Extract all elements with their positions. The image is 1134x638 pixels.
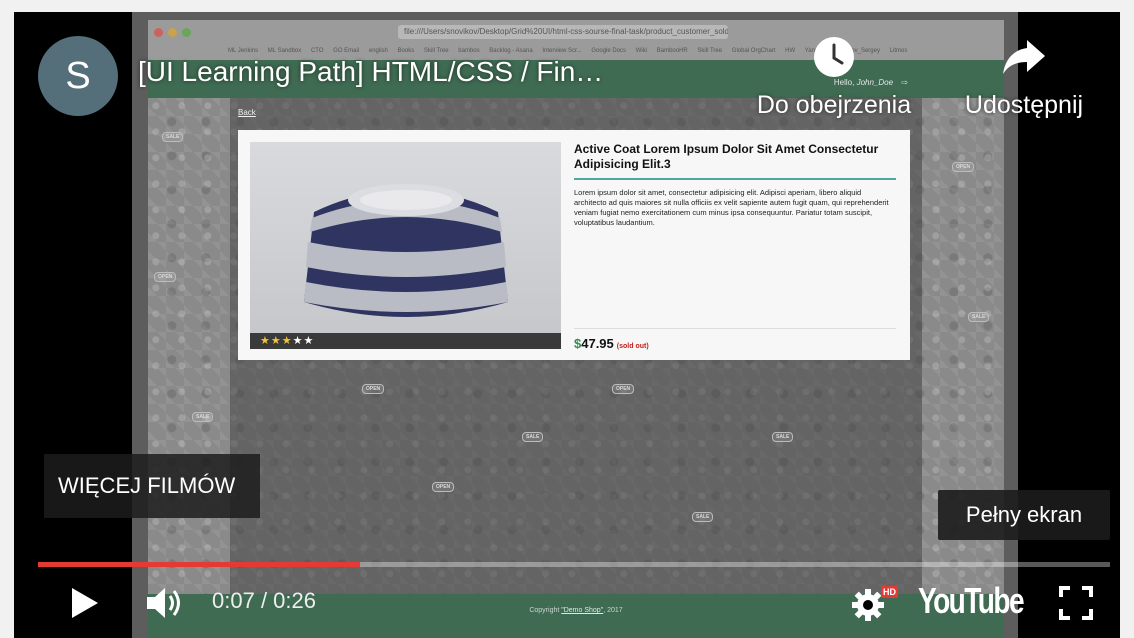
star-empty-icon: ★ <box>303 334 315 347</box>
pattern-tag: SALE <box>522 432 544 442</box>
sold-out-label: (sold out) <box>616 343 649 350</box>
share-button[interactable]: Udostępnij <box>944 36 1104 120</box>
share-label: Udostępnij <box>964 91 1084 119</box>
bookmark: bambos <box>458 48 480 54</box>
play-icon <box>72 588 98 618</box>
maximize-dot-icon <box>182 28 191 37</box>
share-icon <box>1003 40 1045 74</box>
back-link: Back <box>238 108 256 117</box>
bookmark: english <box>368 48 388 54</box>
price-value: 47.95 <box>581 336 614 351</box>
time-display: 0:07 / 0:26 <box>212 588 316 614</box>
pattern-tag: SALE <box>772 432 794 442</box>
close-dot-icon <box>154 28 163 37</box>
watch-later-label: Do obejrzenia <box>756 91 912 119</box>
bookmark: Wiki <box>635 48 648 54</box>
time-current: 0:07 <box>212 588 255 613</box>
fullscreen-button[interactable] <box>1054 578 1098 628</box>
settings-button[interactable]: HD <box>846 578 898 628</box>
volume-button[interactable] <box>140 578 190 628</box>
star-empty-icon: ★ <box>292 334 304 347</box>
fullscreen-icon <box>1059 586 1093 620</box>
footer-shop-link: "Demo Shop" <box>561 607 604 614</box>
bookmark: Skill Tree <box>423 48 449 54</box>
pattern-tag: OPEN <box>154 272 177 282</box>
product-image: ★★★★★ <box>250 142 561 349</box>
bookmark: Books <box>397 48 415 54</box>
bookmark: Backlog - Asana <box>489 48 533 54</box>
sweater-image <box>304 184 508 317</box>
bookmark: Interview Scr... <box>542 48 582 54</box>
bookmark: ML Jenkins <box>228 48 259 54</box>
watch-later-button[interactable]: Do obejrzenia <box>744 36 924 120</box>
hd-badge: HD <box>881 586 898 598</box>
pattern-tag: SALE <box>162 132 184 142</box>
product-title: Active Coat Lorem Ipsum Dolor Sit Amet C… <box>574 142 879 171</box>
star-filled-icon: ★ <box>281 334 293 347</box>
play-button[interactable] <box>62 578 108 628</box>
rating-stars: ★★★★★ <box>250 333 561 349</box>
clock-icon <box>814 37 854 77</box>
video-player[interactable]: file:///Users/snovikov/Desktop/Grid%20UI… <box>14 12 1120 638</box>
title-divider <box>574 178 896 180</box>
bookmark: BambooHR <box>656 48 688 54</box>
pattern-tag: OPEN <box>362 384 385 394</box>
bookmark: Google Docs <box>591 48 627 54</box>
gear-icon <box>852 589 884 621</box>
fullscreen-tooltip: Pełny ekran <box>938 490 1110 540</box>
video-title[interactable]: [UI Learning Path] HTML/CSS / Fin… <box>138 56 603 88</box>
time-separator: / <box>254 588 274 613</box>
price-divider <box>574 328 896 329</box>
time-total: 0:26 <box>273 588 316 613</box>
pattern-tag: SALE <box>192 412 214 422</box>
minimize-dot-icon <box>168 28 177 37</box>
pattern-tag: OPEN <box>612 384 635 394</box>
bookmark: CTO <box>310 48 324 54</box>
product-card: ★★★★★ Active Coat Lorem Ipsum Dolor Sit … <box>238 130 910 360</box>
pattern-tag: OPEN <box>952 162 975 172</box>
pattern-tag: SALE <box>692 512 714 522</box>
footer-prefix: Copyright <box>529 607 562 614</box>
volume-icon <box>147 588 180 618</box>
progress-bar[interactable] <box>38 562 1110 567</box>
bookmark: GO Email <box>333 48 360 54</box>
pattern-tag: OPEN <box>432 482 455 492</box>
footer-year: , 2017 <box>603 607 623 614</box>
pattern-tag: SALE <box>968 312 990 322</box>
star-filled-icon: ★ <box>260 334 271 347</box>
channel-avatar[interactable]: S <box>38 36 118 116</box>
product-description: Lorem ipsum dolor sit amet, consectetur … <box>574 188 889 227</box>
bookmark: ML Sandbox <box>267 48 302 54</box>
more-videos-button[interactable]: WIĘCEJ FILMÓW <box>44 454 260 518</box>
star-filled-icon: ★ <box>270 334 282 347</box>
bookmark: Skill Tree <box>697 48 723 54</box>
product-price: $47.95 (sold out) <box>574 336 649 351</box>
address-bar: file:///Users/snovikov/Desktop/Grid%20UI… <box>398 25 728 39</box>
youtube-logo[interactable]: YouTube <box>918 580 1025 622</box>
progress-played <box>38 562 360 567</box>
window-controls <box>154 28 191 37</box>
settings-wrap: HD <box>851 586 898 621</box>
